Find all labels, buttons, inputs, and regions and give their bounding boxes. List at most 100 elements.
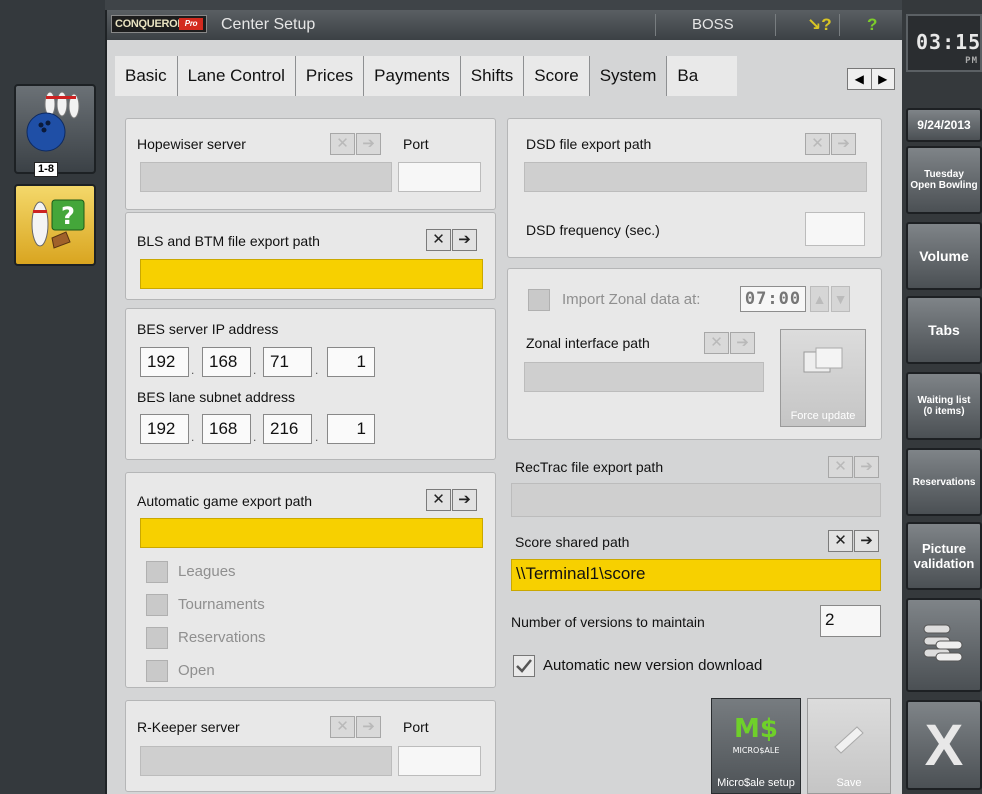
tab-shifts[interactable]: Shifts	[460, 56, 525, 96]
tab-backup[interactable]: Ba	[667, 56, 738, 96]
tab-payments[interactable]: Payments	[364, 56, 461, 96]
volume-button[interactable]: Volume	[906, 222, 982, 290]
arrow-right-icon[interactable]: ➔	[356, 716, 381, 738]
arrow-up-icon[interactable]: ▲	[810, 286, 829, 312]
score-shared-label: Score shared path	[515, 534, 630, 550]
zonal-path-input[interactable]	[524, 362, 764, 392]
tab-prices[interactable]: Prices	[295, 56, 365, 96]
rectrac-path-input[interactable]	[511, 483, 881, 517]
date-button[interactable]: 9/24/2013	[906, 108, 982, 142]
bes-subnet-octet-1[interactable]: 192	[140, 414, 189, 444]
versions-label: Number of versions to maintain	[511, 614, 705, 630]
tab-next-button[interactable]: ▶	[872, 69, 895, 89]
user-name: BOSS	[692, 16, 734, 33]
reservations-button[interactable]: Reservations	[906, 448, 982, 516]
bes-subnet-octet-4[interactable]: 1	[327, 414, 375, 444]
arrow-right-icon[interactable]: ➔	[730, 332, 755, 354]
force-update-button[interactable]: Force update	[780, 329, 866, 427]
reservations-checkbox[interactable]	[146, 627, 168, 649]
clear-icon[interactable]: ✕	[426, 489, 451, 511]
clear-icon[interactable]: ✕	[704, 332, 729, 354]
save-pen-icon	[834, 726, 864, 754]
bls-path-input[interactable]	[140, 259, 483, 289]
bes-ip-octet-3[interactable]: 71	[263, 347, 312, 377]
help-lanes-button[interactable]: ?	[14, 184, 96, 266]
hopewiser-port-input[interactable]	[398, 162, 481, 192]
clear-icon[interactable]: ✕	[828, 456, 853, 478]
ip-dot: .	[191, 363, 195, 377]
clear-icon[interactable]: ✕	[805, 133, 830, 155]
list-button[interactable]	[906, 598, 982, 692]
auto-export-panel: Automatic game export path ✕ ➔ Leagues T…	[125, 472, 496, 688]
clock-ampm: PM	[965, 56, 978, 66]
help-icon[interactable]: ?	[867, 15, 877, 35]
bes-subnet-octet-3[interactable]: 216	[263, 414, 312, 444]
waiting-list-button[interactable]: Waiting list (0 items)	[906, 372, 982, 440]
auto-export-path-input[interactable]	[140, 518, 483, 548]
open-label: Open	[178, 662, 215, 679]
dsd-path-input[interactable]	[524, 162, 867, 192]
dsd-frequency-input[interactable]	[805, 212, 865, 246]
bes-ip-octet-4[interactable]: 1	[327, 347, 375, 377]
rkeeper-port-input[interactable]	[398, 746, 481, 776]
bes-subnet-octet-2[interactable]: 168	[202, 414, 251, 444]
microsale-setup-button[interactable]: M$ MICRO$ALE Micro$ale setup	[711, 698, 801, 794]
tournaments-checkbox[interactable]	[146, 594, 168, 616]
rkeeper-server-input[interactable]	[140, 746, 392, 776]
clear-icon[interactable]: ✕	[828, 530, 853, 552]
tab-score[interactable]: Score	[524, 56, 590, 96]
close-icon[interactable]: X	[906, 700, 982, 790]
leagues-checkbox[interactable]	[146, 561, 168, 583]
rkeeper-label: R-Keeper server	[137, 719, 240, 735]
save-button[interactable]: Save	[807, 698, 891, 794]
lanes-button[interactable]: 1-8	[14, 84, 96, 177]
versions-input[interactable]: 2	[820, 605, 881, 637]
arrow-right-icon[interactable]: ➔	[356, 133, 381, 155]
tab-lane-control[interactable]: Lane Control	[177, 56, 296, 96]
list-icon	[923, 624, 963, 662]
bes-subnet-label: BES lane subnet address	[137, 389, 295, 405]
bls-label: BLS and BTM file export path	[137, 233, 320, 249]
bowling-pins-icon	[26, 91, 80, 152]
rkeeper-panel: R-Keeper server ✕ ➔ Port	[125, 700, 496, 792]
day-mode-button[interactable]: Tuesday Open Bowling	[906, 146, 982, 214]
svg-text:MICRO$ALE: MICRO$ALE	[733, 746, 780, 755]
clear-icon[interactable]: ✕	[330, 716, 355, 738]
score-shared-path-value: \\Terminal1\score	[516, 564, 646, 583]
arrow-down-icon[interactable]: ▼	[831, 286, 850, 312]
bes-panel: BES server IP address 192 . 168 . 71 . 1…	[125, 308, 496, 460]
zonal-time-input[interactable]: 07:00	[740, 286, 806, 312]
bes-ip-octet-1[interactable]: 192	[140, 347, 189, 377]
picture-validation-button[interactable]: Picture validation	[906, 522, 982, 590]
tab-basic[interactable]: Basic	[115, 56, 178, 96]
tabs-button[interactable]: Tabs	[906, 296, 982, 364]
import-zonal-checkbox[interactable]	[528, 289, 550, 311]
bes-ip-octet-2[interactable]: 168	[202, 347, 251, 377]
clear-icon[interactable]: ✕	[426, 229, 451, 251]
auto-download-checkbox[interactable]	[513, 655, 535, 677]
hopewiser-server-input[interactable]	[140, 162, 392, 192]
svg-text:?: ?	[61, 202, 75, 230]
auto-export-label: Automatic game export path	[137, 493, 313, 509]
help-pointer-icon[interactable]: ↘?	[807, 15, 832, 35]
conqueror-logo: CONQUEROR Pro	[111, 15, 207, 33]
left-toolbar: 1-8 ?	[0, 0, 105, 794]
clear-icon[interactable]: ✕	[330, 133, 355, 155]
brand-text: CONQUEROR	[115, 18, 186, 30]
divider	[655, 14, 656, 36]
arrow-right-icon[interactable]: ➔	[831, 133, 856, 155]
day-label: Tuesday	[924, 169, 964, 180]
checkmark-icon	[516, 659, 532, 673]
hopewiser-panel: Hopewiser server ✕ ➔ Port	[125, 118, 496, 210]
score-shared-path-input[interactable]: \\Terminal1\score	[511, 559, 881, 591]
tab-system[interactable]: System	[589, 56, 668, 96]
waiting-list-label: Waiting list	[917, 395, 971, 406]
svg-text:M$: M$	[734, 714, 778, 744]
tab-prev-button[interactable]: ◀	[848, 69, 872, 89]
arrow-right-icon[interactable]: ➔	[452, 489, 477, 511]
arrow-right-icon[interactable]: ➔	[854, 530, 879, 552]
open-checkbox[interactable]	[146, 660, 168, 682]
arrow-right-icon[interactable]: ➔	[854, 456, 879, 478]
import-zonal-label: Import Zonal data at:	[562, 291, 701, 308]
arrow-right-icon[interactable]: ➔	[452, 229, 477, 251]
